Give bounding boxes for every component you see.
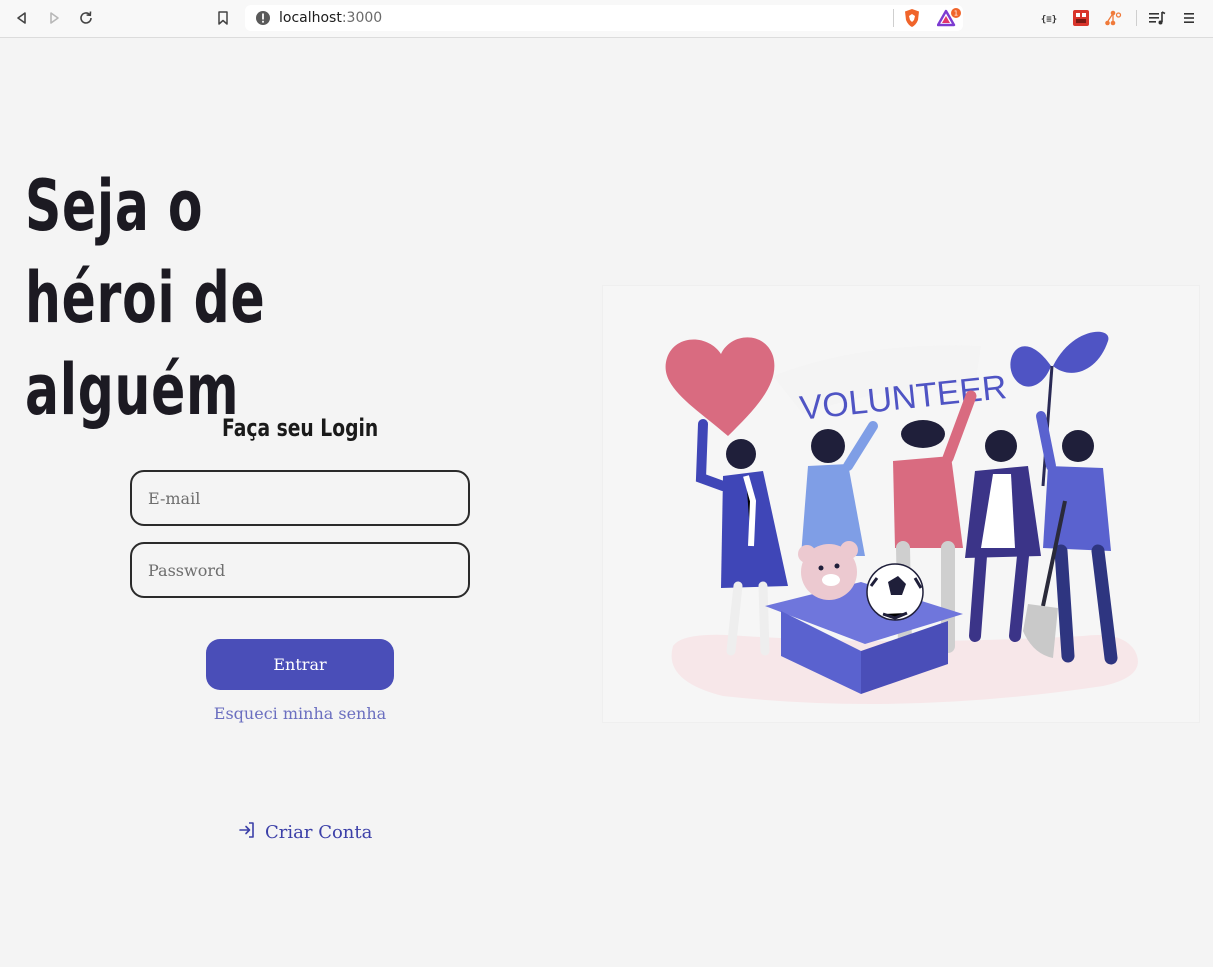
- person-arm: [695, 419, 728, 491]
- leaf-shape: [1010, 346, 1051, 387]
- signup-label: Criar Conta: [265, 822, 373, 843]
- forgot-password-link[interactable]: Esqueci minha senha: [150, 704, 450, 723]
- forward-icon[interactable]: [44, 8, 64, 28]
- playlist-icon[interactable]: [1148, 8, 1166, 28]
- brave-rewards-icon[interactable]: 1: [937, 8, 961, 28]
- url-divider: [893, 9, 894, 27]
- person-head: [726, 439, 756, 469]
- heart-icon: [665, 337, 775, 436]
- hero-title-line-1: Seja o héroi de: [25, 165, 266, 339]
- person-head: [985, 430, 1017, 462]
- menu-icon[interactable]: [1182, 8, 1196, 28]
- person-arm: [1036, 411, 1056, 471]
- json-viewer-icon[interactable]: {≡}: [1040, 8, 1058, 28]
- person-head: [1062, 430, 1094, 462]
- person-body: [893, 456, 963, 548]
- person-legs: [969, 550, 1029, 642]
- login-heading: Faça seu Login: [130, 414, 470, 442]
- site-info-icon[interactable]: [255, 10, 271, 31]
- email-input[interactable]: [132, 472, 468, 524]
- brave-shield-icon[interactable]: [903, 8, 921, 28]
- password-field[interactable]: [130, 542, 470, 598]
- extension-icon[interactable]: [1072, 8, 1090, 28]
- password-input[interactable]: [132, 544, 468, 596]
- login-button[interactable]: Entrar: [206, 639, 394, 690]
- person-head: [811, 429, 845, 463]
- address-bar[interactable]: localhost:3000 1: [245, 5, 963, 31]
- hero-title: Seja o héroi de alguém: [25, 160, 363, 436]
- notification-badge: 1: [954, 10, 958, 18]
- toolbar-divider: [1136, 10, 1137, 26]
- back-icon[interactable]: [12, 8, 32, 28]
- url-host: localhost: [279, 10, 342, 26]
- url-port: :3000: [341, 10, 383, 26]
- person-head: [901, 420, 945, 448]
- bookmark-icon[interactable]: [213, 8, 233, 28]
- svg-text:{≡}: {≡}: [1041, 15, 1057, 25]
- login-heading-text: Faça seu Login: [221, 414, 379, 442]
- login-arrow-icon: [238, 821, 256, 844]
- person-arm: [843, 421, 878, 471]
- person-body: [1043, 466, 1111, 551]
- url-text[interactable]: localhost:3000: [279, 10, 382, 26]
- email-field[interactable]: [130, 470, 470, 526]
- person-body: [801, 464, 865, 556]
- reload-icon[interactable]: [76, 8, 96, 28]
- volunteer-illustration: VOLUNTEER: [602, 285, 1200, 723]
- signup-link[interactable]: Criar Conta: [238, 821, 372, 844]
- leaf-shape: [1053, 331, 1109, 373]
- browser-toolbar: localhost:3000 1 {≡}: [0, 0, 1213, 38]
- share-icon[interactable]: [1104, 8, 1122, 28]
